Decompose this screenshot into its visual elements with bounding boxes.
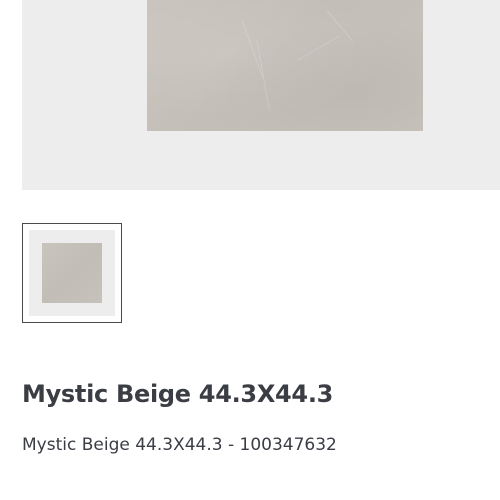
product-page: Mystic Beige 44.3X44.3 Mystic Beige 44.3… — [0, 0, 500, 500]
main-image-viewer[interactable] — [22, 0, 500, 190]
main-product-image[interactable] — [147, 0, 423, 131]
thumbnail-background — [29, 230, 115, 316]
product-title: Mystic Beige 44.3X44.3 — [22, 380, 334, 408]
thumbnail-selected[interactable] — [22, 223, 122, 323]
tile-vein — [256, 40, 270, 110]
tile-vein — [326, 10, 354, 42]
product-subtitle: Mystic Beige 44.3X44.3 - 100347632 — [22, 435, 337, 455]
tile-vein — [241, 20, 263, 78]
thumbnail-image — [42, 243, 102, 303]
tile-vein — [296, 35, 341, 61]
